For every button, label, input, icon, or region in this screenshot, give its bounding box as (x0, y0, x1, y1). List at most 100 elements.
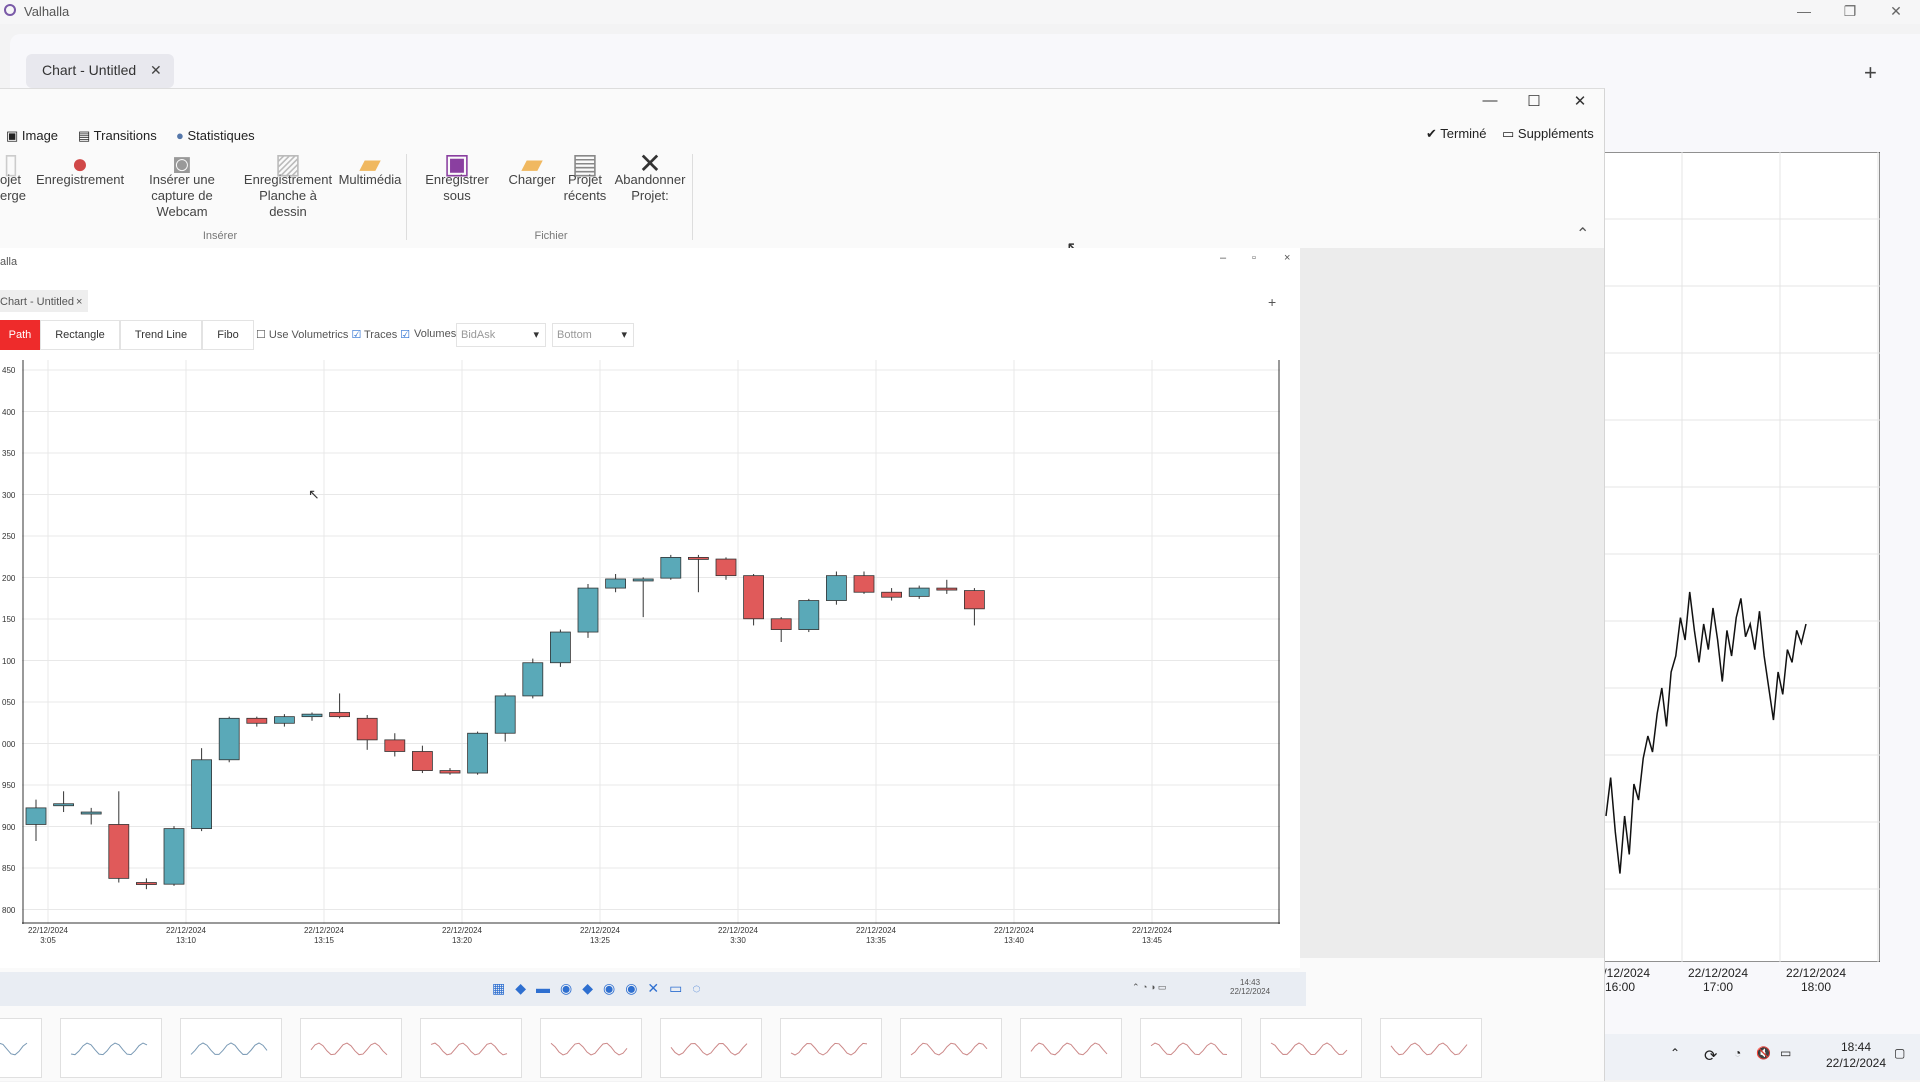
slide-thumbnail[interactable] (1140, 1018, 1242, 1078)
close-window-button[interactable]: ✕ (1876, 0, 1916, 22)
ribbon-drawing-board[interactable]: ▨ Enregistrement Planche à dessin (240, 148, 336, 220)
inner-maximize-icon[interactable]: ▫ (1252, 252, 1256, 264)
record-icon: ● (71, 148, 89, 179)
battery-icon[interactable]: ▭ (1780, 1046, 1791, 1060)
tool-rectangle-button[interactable]: Rectangle (40, 320, 120, 350)
minimize-button[interactable]: — (1784, 0, 1824, 22)
slide-thumbnail[interactable] (180, 1018, 282, 1078)
dialog-minimize-button[interactable]: — (1472, 92, 1508, 114)
use-volumetrics-checkbox[interactable]: ☐ Use Volumetrics ☑ (256, 328, 361, 341)
x-tick: 22/12/2024 13:10 (165, 926, 207, 945)
slide-thumbnail[interactable] (0, 1018, 42, 1078)
volumes-select[interactable]: BidAsk ▾ (456, 323, 546, 347)
thumbnail-line (790, 1042, 868, 1056)
x-tick: 22/12/2024 17:00 (1687, 966, 1749, 994)
menu-image[interactable]: ▣ Image (6, 128, 58, 144)
dropdown-arrow-icon: ▾ (533, 329, 539, 341)
tool-path-button[interactable]: Path (0, 320, 40, 350)
checked-icon: ☑ (400, 329, 411, 341)
thumbnail-line (1390, 1042, 1468, 1056)
position-select[interactable]: Bottom ▾ (552, 323, 634, 347)
ribbon-webcam[interactable]: ◙ Insérer une capture de Webcam (124, 150, 240, 220)
slide-thumbnail[interactable] (60, 1018, 162, 1078)
menu-statistiques[interactable]: ● Statistiques (176, 128, 255, 143)
thumbnail-line (310, 1042, 388, 1056)
candle-body (522, 662, 544, 697)
tab-close-icon[interactable]: ✕ (150, 62, 162, 79)
menu-transitions[interactable]: ▤ Transitions (78, 128, 157, 144)
y-tick: 200 (2, 573, 16, 583)
thumbnail-line (1270, 1042, 1348, 1056)
slide-thumbnail[interactable] (660, 1018, 762, 1078)
supplements-button[interactable]: ▭ Suppléments (1502, 126, 1594, 142)
inner-close-icon[interactable]: × (1284, 252, 1290, 264)
slide-thumbnail[interactable] (780, 1018, 882, 1078)
dialog-close-button[interactable]: ✕ (1562, 92, 1598, 114)
candle-body (660, 556, 682, 579)
ribbon-separator (406, 154, 407, 240)
notification-icon[interactable]: ▢ (1894, 1046, 1905, 1060)
ribbon-save-as[interactable]: ▣ Enregistrer sous (410, 148, 504, 204)
candle-body (494, 695, 516, 734)
traces-checkbox[interactable]: Traces ☑ (364, 328, 410, 341)
slide-thumbnail[interactable] (1020, 1018, 1122, 1078)
tool-fibo-button[interactable]: Fibo (202, 320, 254, 350)
tool-trend-line-button[interactable]: Trend Line (120, 320, 202, 350)
ribbon-blank-project[interactable]: ▯ ojet erge (0, 150, 26, 204)
ribbon-recent-projects[interactable]: ▤ Projet récents (560, 150, 610, 204)
ribbon-record[interactable]: ● Enregistrement (36, 148, 124, 188)
ribbon-abandon-project[interactable]: ✕ Abandonner Projet: (610, 150, 690, 204)
x-axis: 22/12/2024 3:05 22/12/2024 13:10 22/12/202… (0, 926, 1300, 948)
x-tick: 22/12/2024 13:15 (303, 926, 345, 945)
inner-clock: 14:43 22/12/2024 (1230, 978, 1271, 996)
slide-thumbnail[interactable] (420, 1018, 522, 1078)
thumbnail-preview (1030, 1042, 1108, 1056)
thumbnail-line (1030, 1042, 1108, 1056)
slide-thumbnail[interactable] (1260, 1018, 1362, 1078)
y-tick: 400 (2, 407, 16, 417)
clock-date[interactable]: 22/12/2024 (1824, 1056, 1888, 1070)
taskbar-apps-icon[interactable]: ▦◆▬◉◆◉◉✕▭◌ (492, 980, 711, 997)
thumbnail-preview (1390, 1042, 1468, 1056)
candle-body (964, 590, 985, 610)
drawing-board-icon: ▨ (274, 148, 302, 179)
dialog-maximize-button[interactable]: ☐ (1516, 92, 1552, 114)
ribbon-load[interactable]: ▰ Charger (504, 148, 560, 188)
slide-thumbnail[interactable] (900, 1018, 1002, 1078)
candle-body (770, 618, 792, 630)
new-tab-button[interactable]: + (1864, 60, 1877, 86)
folder-icon: ▰ (359, 148, 381, 179)
ribbon-multimedia[interactable]: ▰ Multimédia (336, 148, 404, 188)
candle-body (605, 578, 626, 589)
volume-icon[interactable]: 🔇 (1756, 1046, 1771, 1060)
sync-icon[interactable]: ⟳ (1704, 1046, 1717, 1066)
maximize-button[interactable]: ❐ (1830, 0, 1870, 22)
candle-body (826, 575, 847, 601)
slide-thumbnail[interactable] (540, 1018, 642, 1078)
slide-thumbnail[interactable] (1380, 1018, 1482, 1078)
thumbnail-preview (550, 1042, 628, 1056)
inner-new-tab-icon[interactable]: + (1268, 294, 1276, 310)
done-button[interactable]: ✔ Terminé (1426, 126, 1487, 142)
save-icon: ▣ (443, 148, 471, 179)
y-tick: 000 (2, 739, 16, 749)
check-icon: ✔ (1426, 126, 1441, 141)
clock-time[interactable]: 18:44 (1824, 1040, 1888, 1054)
chevron-up-icon[interactable]: ⌃ (1670, 1046, 1680, 1060)
thumbnail-preview (430, 1042, 508, 1056)
folder-open-icon: ▰ (521, 148, 543, 179)
inner-minimize-icon[interactable]: – (1220, 252, 1226, 264)
y-tick: 450 (2, 366, 16, 375)
thumbnail-preview (1150, 1042, 1228, 1056)
collapse-ribbon-chevron-icon[interactable]: ⌃ (1576, 224, 1589, 244)
slide-thumbnail[interactable] (300, 1018, 402, 1078)
dropdown-arrow-icon: ▾ (621, 329, 627, 341)
candle-body (329, 712, 351, 718)
inner-tab-close-icon[interactable]: × (76, 296, 82, 308)
candle-body (273, 716, 295, 724)
x-tick: 22/12/2024 3:30 (717, 926, 759, 945)
ribbon-separator (692, 154, 693, 240)
wifi-icon[interactable]: ◔ (1734, 1046, 1741, 1060)
inner-taskbar: ▦◆▬◉◆◉◉✕▭◌ ⌃ ◔ ◑ ▭ 14:43 22/12/2024 (0, 972, 1306, 1006)
inner-title: alla (0, 256, 18, 268)
